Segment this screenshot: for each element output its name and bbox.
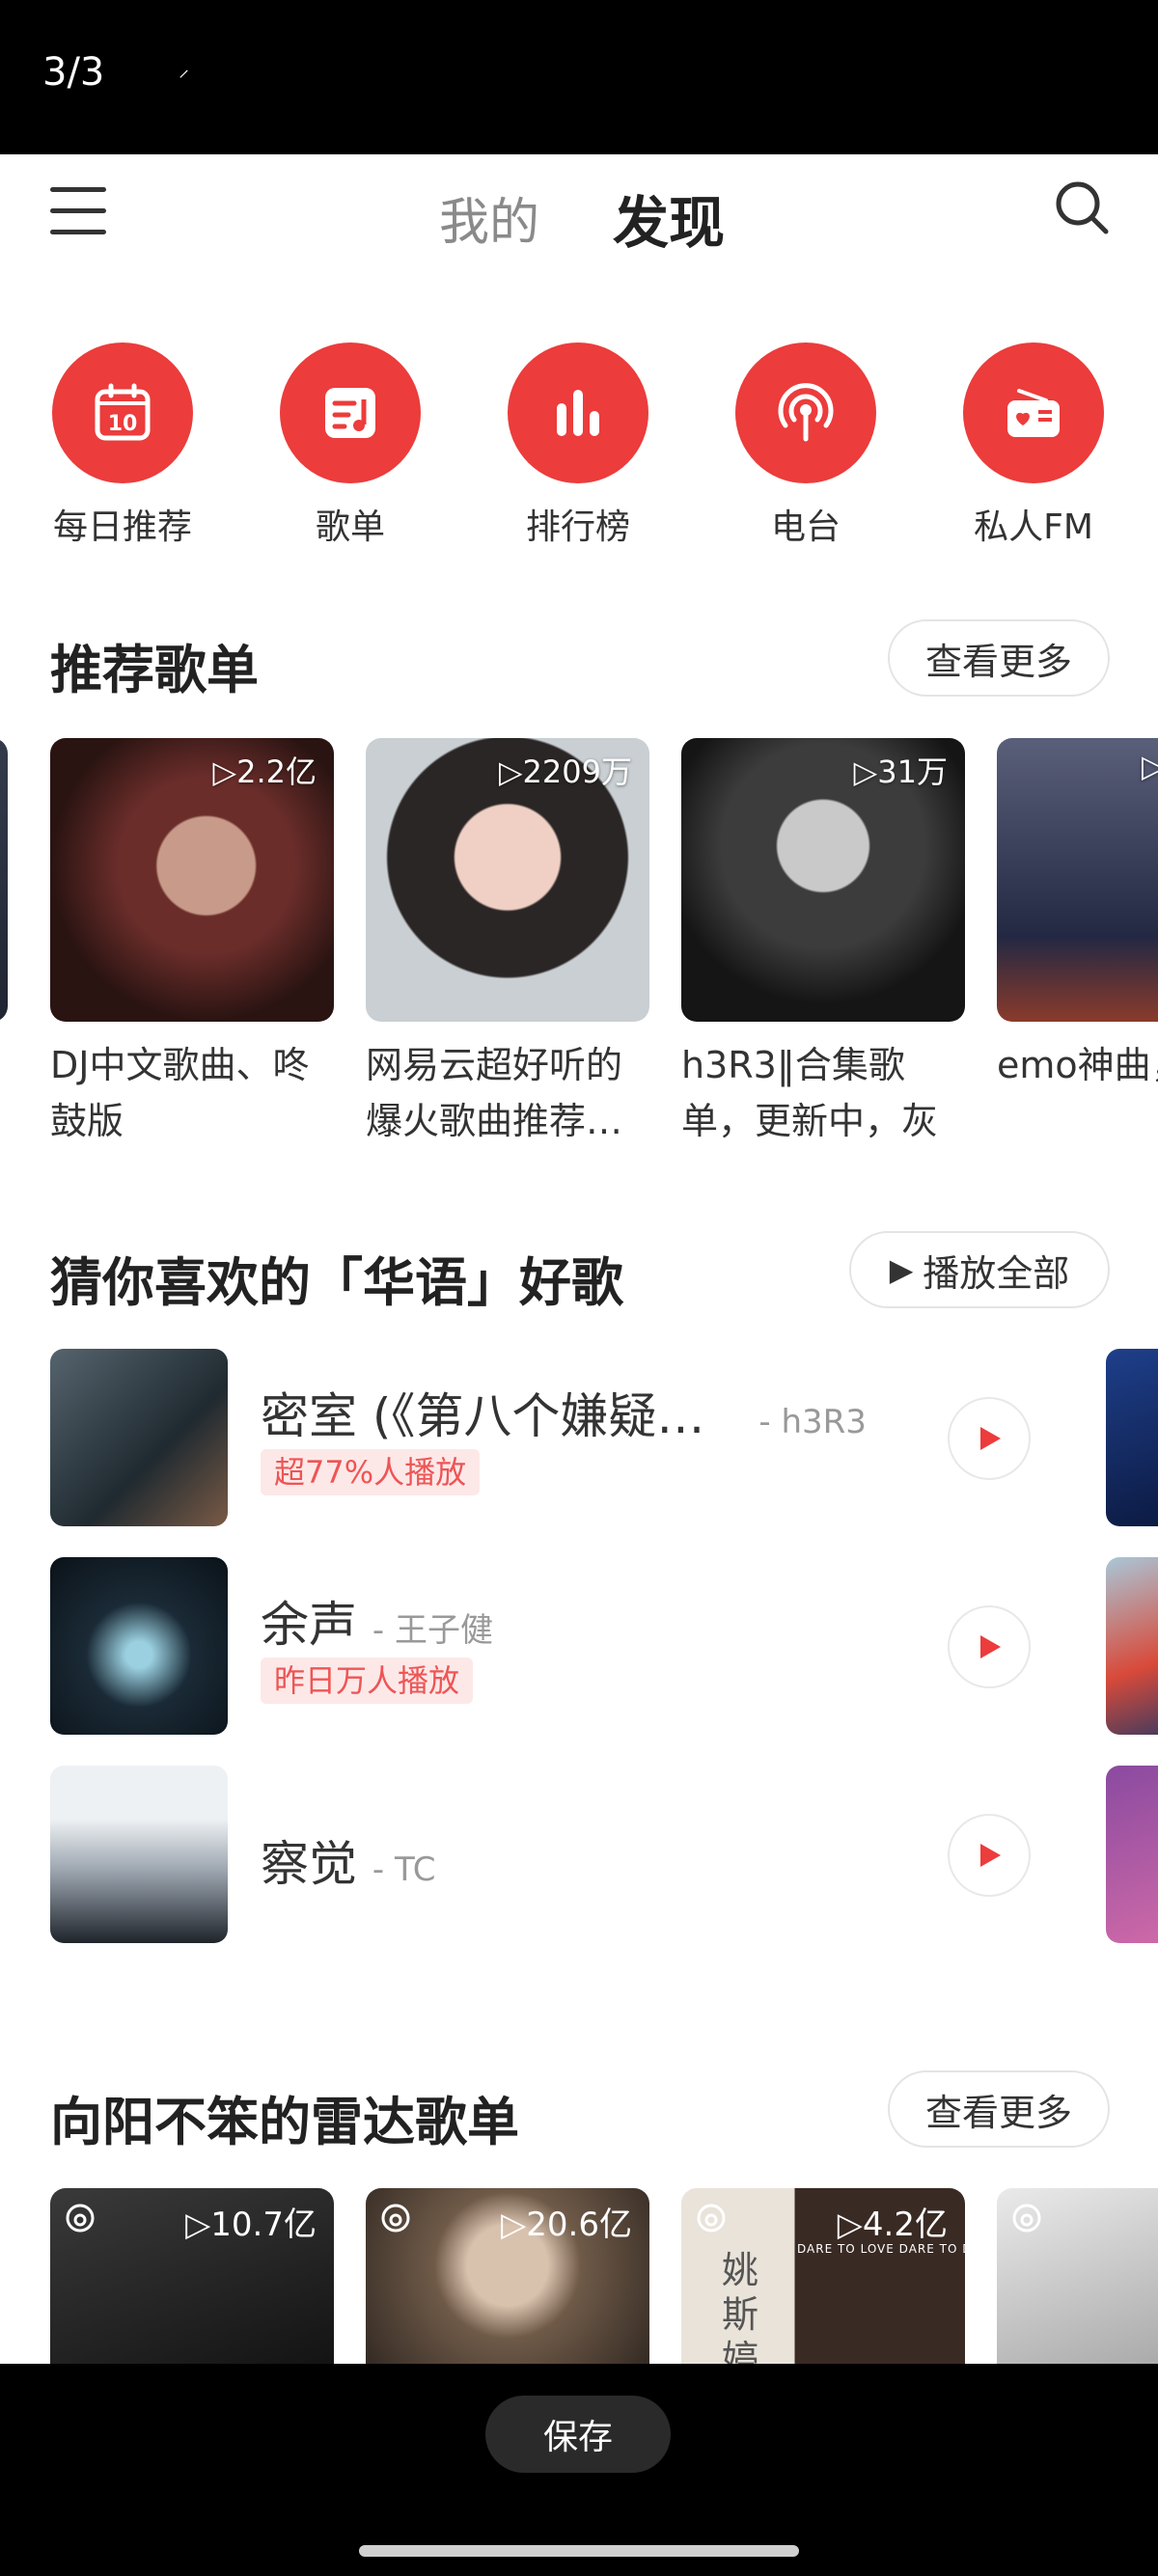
song-artist: - TC	[372, 1850, 436, 1889]
song-artist: - 王子健	[372, 1611, 493, 1650]
home-indicator	[359, 2545, 799, 2557]
page-counter: 3/3	[42, 50, 105, 95]
song-tag: 昨日万人播放	[261, 1658, 474, 1704]
play-all-label: 播放全部	[923, 1251, 1070, 1295]
song-cover	[50, 1766, 228, 1943]
play-count: ▷20.6亿	[501, 2206, 632, 2244]
playlist-title: DJ中文歌曲、咚鼓版	[50, 1044, 310, 1142]
song-artist: - h3R3	[758, 1403, 867, 1441]
play-count: ▷	[1142, 748, 1158, 784]
save-button[interactable]: 保存	[485, 2396, 671, 2473]
top-bar: 3/3 ⸝	[0, 0, 1158, 154]
song-play-button[interactable]	[948, 1397, 1031, 1480]
podcast-icon	[735, 343, 876, 483]
song-tag: 超77%人播放	[261, 1449, 481, 1495]
next-song-cover	[1106, 1557, 1158, 1735]
song-row[interactable]: 余声 - 王子健 昨日万人播放	[50, 1557, 1158, 1735]
song-name: 密室 (《第八个嫌疑…	[261, 1388, 705, 1444]
tab-discover[interactable]: 发现	[613, 178, 725, 259]
radio-icon	[963, 343, 1104, 483]
playlist-card[interactable]: ▷2209万 网易云超好听的爆火歌曲推荐…	[366, 738, 649, 1149]
quick-label: 每日推荐	[52, 507, 192, 547]
cover-text: 姚斯婷	[722, 2249, 759, 2364]
play-all-button[interactable]: ▶ 播放全部	[849, 1231, 1110, 1308]
quick-label: 歌单	[315, 507, 385, 547]
app-header: 我的 发现	[0, 154, 1158, 280]
playlist-cover: ▷31万	[681, 738, 965, 1022]
playlist-card[interactable]: ▷31万 h3R3‖合集歌单，更新中，灰	[681, 738, 965, 1149]
playlist-cover: ▷2.2亿	[50, 738, 334, 1022]
song-title: 察觉 - TC	[261, 1825, 436, 1895]
chart-bars-icon	[508, 343, 648, 483]
play-count: ▷2209万	[498, 754, 632, 790]
play-count: ▷2.2亿	[212, 754, 317, 790]
playlist-card[interactable]: ▷2.2亿 DJ中文歌曲、咚鼓版	[50, 738, 334, 1149]
status-mini-icon: ⸝	[179, 58, 190, 82]
playlist-cover	[0, 738, 8, 1022]
playlist-icon	[280, 343, 421, 483]
playlist-title: emo神曲，勿听	[997, 1044, 1158, 1086]
radar-card[interactable]: ▷4.2亿 DARE TO LOVE DARE TO DO 姚斯婷	[681, 2188, 965, 2364]
play-icon: ▶	[889, 1251, 914, 1288]
song-play-button[interactable]	[948, 1814, 1031, 1897]
quick-label: 排行榜	[525, 507, 630, 547]
bottom-bar: 保存	[0, 2364, 1158, 2576]
recommended-more-button[interactable]: 查看更多	[888, 619, 1110, 697]
radar-card[interactable]: ▷10.7亿	[50, 2188, 334, 2364]
play-icon	[980, 1427, 1001, 1450]
playlist-title: h3R3‖合集歌单，更新中，灰	[681, 1044, 939, 1142]
song-row[interactable]: 察觉 - TC	[50, 1766, 1158, 1943]
playlist-title: 网易云超好听的爆火歌曲推荐…	[366, 1044, 623, 1142]
play-count: ▷10.7亿	[185, 2206, 317, 2244]
next-song-cover	[1106, 1349, 1158, 1526]
section-title-recommended: 推荐歌单	[50, 640, 259, 700]
play-count: ▷4.2亿	[837, 2206, 948, 2244]
quick-label: 电台	[770, 507, 841, 547]
playlist-cover: ▷2209万	[366, 738, 649, 1022]
netease-logo-icon	[66, 2204, 95, 2233]
netease-logo-icon	[381, 2204, 410, 2233]
calendar-icon: 10	[52, 343, 193, 483]
radar-more-button[interactable]: 查看更多	[888, 2070, 1110, 2148]
quick-radio[interactable]: 电台	[733, 343, 878, 549]
song-name: 余声	[261, 1597, 357, 1653]
playlist-card[interactable]: ▷ emo神曲，勿听	[997, 738, 1158, 1149]
play-icon	[980, 1635, 1001, 1658]
tab-mine[interactable]: 我的	[439, 181, 539, 254]
quick-daily[interactable]: 10 每日推荐	[50, 343, 195, 549]
playlist-card-partial[interactable]	[0, 738, 8, 1022]
song-cover	[50, 1557, 228, 1735]
section-title-guess: 猜你喜欢的「华语」好歌	[50, 1252, 623, 1313]
cover-banner: DARE TO LOVE DARE TO DO	[797, 2242, 965, 2256]
radar-card[interactable]: ▷20.6亿	[366, 2188, 649, 2364]
app-screen: 我的 发现 10 每日推荐 歌单 排行榜 电台 私人FM 推荐歌单 查看更多 ▷…	[0, 154, 1158, 2364]
song-title: 余声 - 王子健	[261, 1586, 493, 1656]
quick-playlist[interactable]: 歌单	[278, 343, 423, 549]
section-title-radar: 向阳不笨的雷达歌单	[50, 2092, 519, 2152]
quick-fm[interactable]: 私人FM	[961, 343, 1106, 549]
song-row[interactable]: 密室 (《第八个嫌疑… - h3R3 超77%人播放	[50, 1349, 1158, 1526]
song-play-button[interactable]	[948, 1605, 1031, 1688]
song-cover	[50, 1349, 228, 1526]
song-title: 密室 (《第八个嫌疑… - h3R3	[261, 1378, 867, 1447]
netease-logo-icon	[697, 2204, 726, 2233]
quick-label: 私人FM	[974, 507, 1093, 547]
netease-logo-icon	[1012, 2204, 1041, 2233]
menu-icon[interactable]	[50, 187, 106, 235]
radar-card[interactable]	[997, 2188, 1158, 2364]
playlist-cover: ▷	[997, 738, 1158, 1022]
play-count: ▷31万	[853, 754, 948, 790]
search-icon[interactable]	[1054, 179, 1110, 235]
play-icon	[980, 1844, 1001, 1867]
next-song-cover	[1106, 1766, 1158, 1943]
calendar-badge: 10	[108, 412, 138, 436]
quick-chart[interactable]: 排行榜	[506, 343, 650, 549]
song-name: 察觉	[261, 1836, 357, 1892]
